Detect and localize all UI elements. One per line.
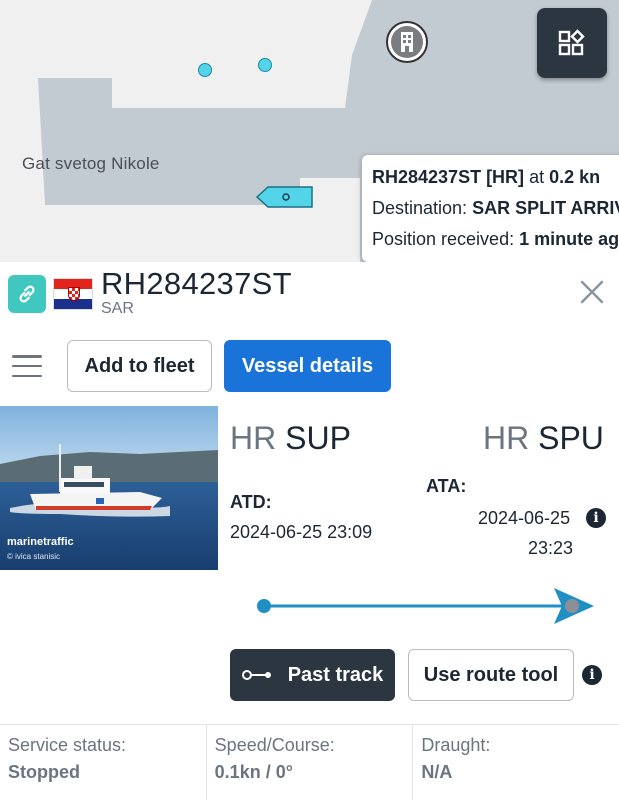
selected-vessel-marker[interactable]	[256, 186, 314, 208]
arrival-country: HR	[483, 420, 530, 456]
vessel-dot-marker[interactable]	[258, 58, 272, 72]
tooltip-vessel-name: RH284237ST [HR]	[372, 167, 525, 187]
ata-label: ATA:	[426, 476, 467, 496]
departure-country: HR	[230, 420, 277, 456]
current-position-dot	[565, 599, 579, 613]
atd-label: ATD:	[230, 492, 272, 512]
departure-port[interactable]: HR SUP	[230, 420, 351, 457]
vessel-photo[interactable]: marinetraffic © ivica stanisic	[0, 406, 218, 570]
departure-port-code: SUP	[285, 420, 351, 456]
tooltip-position-label: Position received:	[372, 229, 520, 249]
add-to-fleet-button[interactable]: Add to fleet	[67, 340, 212, 392]
ata-time: 23:23	[528, 538, 574, 558]
stat-label: Speed/Course:	[214, 735, 335, 755]
link-icon[interactable]	[8, 275, 46, 313]
croatia-flag-icon	[53, 278, 93, 310]
tooltip-destination-label: Destination:	[372, 198, 473, 218]
close-icon[interactable]	[578, 278, 606, 306]
vessel-panel: RH284237ST SAR Add to fleet Vessel detai…	[0, 262, 619, 800]
arrival-port[interactable]: HR SPU	[483, 420, 604, 457]
route-tool-button[interactable]: Use route tool	[408, 649, 574, 701]
atd-value: 2024-06-25 23:09	[230, 522, 373, 542]
tooltip-speed: 0.2 kn	[549, 167, 601, 187]
stat-label: Service status:	[8, 735, 127, 755]
layers-icon	[558, 29, 585, 56]
hamburger-menu-icon[interactable]	[10, 353, 44, 379]
stat-draught: Draught: N/A	[413, 725, 619, 800]
vessel-toolbar: Add to fleet Vessel details	[0, 338, 619, 394]
stat-value: Stopped	[8, 762, 80, 782]
vessel-tooltip: RH284237ST [HR] at 0.2 kn Destination: S…	[362, 155, 619, 262]
past-track-button[interactable]: Past track	[230, 649, 395, 701]
track-icon	[241, 670, 271, 680]
stat-service-status: Service status: Stopped	[0, 725, 207, 800]
photo-credit: © ivica stanisic	[7, 552, 61, 561]
stat-label: Draught:	[421, 735, 491, 755]
vessel-stats: Service status: Stopped Speed/Course: 0.…	[0, 724, 619, 800]
route-start-dot	[257, 599, 271, 613]
past-track-label: Past track	[287, 663, 384, 686]
vessel-dot-marker[interactable]	[198, 63, 212, 77]
vessel-type: SAR	[101, 300, 134, 317]
route-info-icon[interactable]: i	[582, 665, 602, 685]
ata-info-icon[interactable]: i	[586, 508, 606, 528]
vessel-name: RH284237ST	[101, 266, 292, 301]
tooltip-position: 1 minute ago	[519, 229, 619, 249]
stat-speed-course: Speed/Course: 0.1kn / 0°	[207, 725, 414, 800]
ata-date: 2024-06-25	[478, 508, 571, 528]
vessel-details-button[interactable]: Vessel details	[224, 340, 391, 392]
arrival-port-code: SPU	[538, 420, 604, 456]
voyage-progress-bar	[257, 588, 594, 624]
photo-watermark: marinetraffic	[7, 536, 74, 548]
map-view[interactable]: Gat svetog Nikole RH284237ST [HR] at 0.2…	[0, 0, 619, 262]
tooltip-at: at	[524, 167, 550, 187]
stat-value: N/A	[421, 762, 453, 782]
stat-value: 0.1kn / 0°	[214, 762, 293, 782]
place-label: Gat svetog Nikole	[22, 154, 160, 173]
map-layers-button[interactable]	[537, 8, 607, 78]
vessel-header: RH284237ST SAR	[0, 262, 619, 322]
port-building-icon[interactable]	[386, 21, 428, 63]
tooltip-destination: SAR SPLIT ARRIVED	[472, 198, 619, 218]
